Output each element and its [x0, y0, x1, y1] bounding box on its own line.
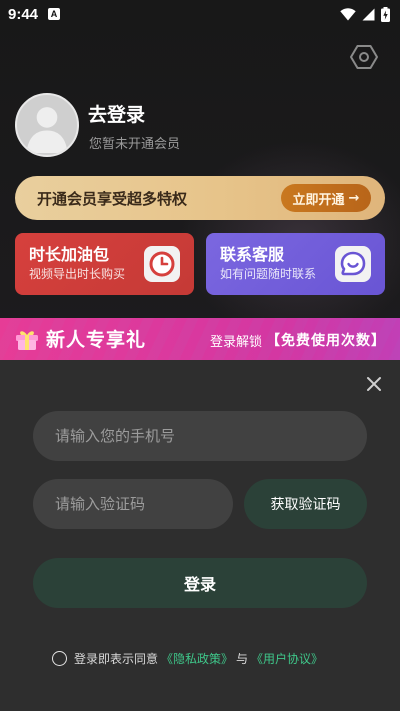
settings-button[interactable]: [349, 42, 379, 72]
chat-icon: [335, 246, 371, 282]
close-icon: [367, 377, 381, 391]
close-button[interactable]: [364, 374, 384, 394]
membership-status-text: 您暂未开通会员: [89, 137, 181, 152]
open-vip-button[interactable]: 立即开通 →: [281, 184, 371, 212]
promo-title: 新人专享礼: [46, 329, 147, 351]
avatar[interactable]: [15, 93, 79, 157]
arrow-right-icon: →: [348, 190, 360, 206]
get-code-button[interactable]: 获取验证码: [244, 479, 367, 529]
notification-icon: A: [48, 8, 61, 20]
phone-input[interactable]: [33, 411, 367, 461]
cellular-signal-icon: [362, 8, 375, 20]
gift-icon: [16, 331, 38, 350]
new-user-promo-banner[interactable]: 新人专享礼 登录解锁 【免费使用次数】: [0, 318, 400, 360]
login-sheet: 获取验证码 登录 登录即表示同意 《隐私政策》 与 《用户协议》: [0, 360, 400, 711]
promo-highlight: 【免费使用次数】: [266, 333, 386, 349]
agreement-and-text: 与: [236, 652, 249, 666]
vip-banner-text: 开通会员享受超多特权: [37, 189, 188, 208]
card-duration-pack[interactable]: 时长加油包 视频导出时长购买: [15, 233, 194, 295]
privacy-policy-link[interactable]: 《隐私政策》: [161, 650, 233, 667]
promo-unlock-text: 登录解锁 【免费使用次数】: [210, 330, 386, 350]
battery-charging-icon: [381, 6, 390, 22]
login-prompt-title[interactable]: 去登录: [88, 100, 145, 127]
promo-unlock-label: 登录解锁: [209, 334, 262, 350]
agreement-checkbox[interactable]: [52, 651, 67, 666]
agreement-row: 登录即表示同意 《隐私政策》 与 《用户协议》: [52, 650, 326, 667]
status-time: 9:44: [8, 5, 39, 23]
clock-icon: [144, 246, 180, 282]
vip-banner[interactable]: 开通会员享受超多特权 立即开通 →: [15, 176, 385, 220]
default-user-icon: [26, 107, 68, 153]
wifi-icon: [340, 7, 356, 20]
user-agreement-link[interactable]: 《用户协议》: [251, 650, 323, 667]
verification-code-input[interactable]: [33, 479, 233, 529]
login-button[interactable]: 登录: [33, 558, 367, 608]
card-customer-service[interactable]: 联系客服 如有问题随时联系: [206, 233, 385, 295]
agreement-prefix: 登录即表示同意: [74, 652, 159, 666]
status-bar: 9:44 A: [0, 0, 400, 28]
status-icons: [340, 6, 390, 22]
settings-hexagon-icon: [350, 45, 378, 69]
open-vip-label: 立即开通: [292, 192, 345, 208]
